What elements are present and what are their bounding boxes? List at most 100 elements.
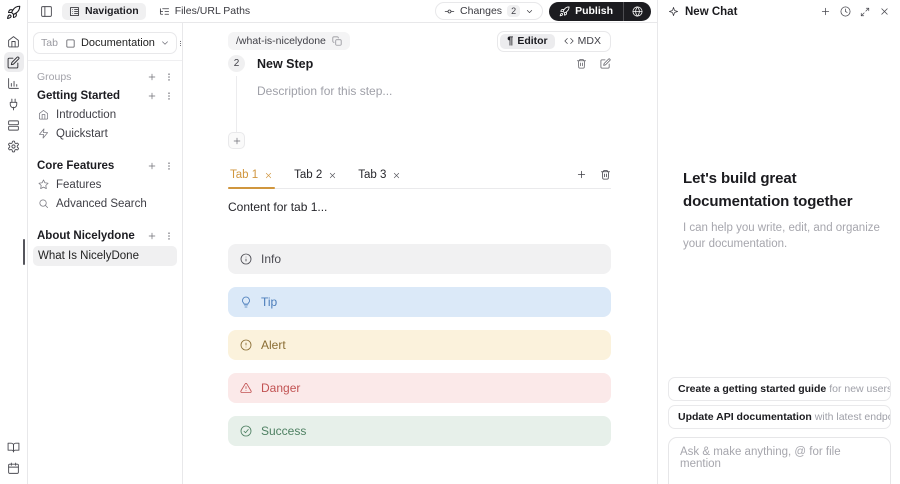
changes-label: Changes: [460, 5, 503, 17]
app-logo-rocket-icon: [6, 5, 21, 20]
add-tab-icon[interactable]: [576, 169, 587, 180]
sidebar-item-introduction[interactable]: Introduction: [33, 106, 177, 123]
callout-info[interactable]: Info: [228, 244, 611, 274]
group-kebab-icon[interactable]: [164, 161, 174, 171]
content-tabs: Tab 1 Tab 2 Tab 3: [228, 169, 611, 189]
page-label: Features: [56, 178, 102, 191]
rail-analytics-button[interactable]: [4, 73, 24, 93]
callout-tip[interactable]: Tip: [228, 287, 611, 317]
home-icon: [38, 109, 49, 120]
mode-editor-label: Editor: [517, 35, 548, 47]
sparkle-icon: [668, 6, 679, 17]
sidebar-item-what-is-nicelydone[interactable]: What Is NicelyDone: [33, 246, 177, 266]
publish-button[interactable]: Publish: [549, 2, 623, 21]
search-icon: [38, 198, 49, 209]
publish-globe-button[interactable]: [624, 2, 651, 21]
add-page-icon[interactable]: [147, 161, 157, 171]
sidebar-item-features[interactable]: Features: [33, 176, 177, 193]
callout-success[interactable]: Success: [228, 416, 611, 446]
group-header-row[interactable]: Getting Started: [33, 88, 177, 104]
add-page-icon[interactable]: [147, 231, 157, 241]
code-icon: [564, 36, 574, 46]
rail-integrations-button[interactable]: [4, 94, 24, 114]
callout-label: Tip: [261, 295, 278, 309]
list-tree-icon: [159, 6, 170, 17]
page-path-pill[interactable]: /what-is-nicelydone: [228, 32, 350, 50]
close-icon[interactable]: [879, 6, 890, 17]
tab-content-text[interactable]: Content for tab 1...: [228, 200, 611, 214]
new-chat-icon[interactable]: [820, 6, 831, 17]
delete-tabs-icon[interactable]: [600, 169, 611, 180]
add-step-button[interactable]: [228, 132, 245, 149]
rail-data-button[interactable]: [4, 115, 24, 135]
mode-mdx-label: MDX: [577, 35, 601, 47]
suggestion-chip-api-docs[interactable]: Update API documentation with latest end…: [668, 405, 891, 429]
group-kebab-icon[interactable]: [164, 231, 174, 241]
zap-icon: [38, 128, 49, 139]
group-title: About Nicelydone: [37, 230, 135, 242]
rail-home-button[interactable]: [4, 31, 24, 51]
callout-alert[interactable]: Alert: [228, 330, 611, 360]
groups-kebab-icon[interactable]: [164, 72, 174, 82]
group-title: Getting Started: [37, 90, 121, 102]
bar-chart-icon: [7, 77, 20, 90]
history-clock-icon[interactable]: [840, 6, 851, 17]
sidebar-item-advanced-search[interactable]: Advanced Search: [33, 195, 177, 212]
step-title[interactable]: New Step: [257, 57, 313, 71]
sidebar-resize-handle[interactable]: [23, 239, 25, 265]
changes-dropdown[interactable]: Changes 2: [435, 2, 544, 20]
rail-calendar-button[interactable]: [4, 458, 24, 478]
callout-danger[interactable]: Danger: [228, 373, 611, 403]
mode-mdx-button[interactable]: MDX: [557, 34, 608, 49]
group-header-row[interactable]: About Nicelydone: [33, 228, 177, 244]
suggestion-bold: Update API documentation: [678, 411, 812, 423]
files-url-paths-tab-button[interactable]: Files/URL Paths: [152, 3, 257, 20]
step-number-badge: 2: [228, 55, 245, 72]
close-tab-icon[interactable]: [392, 171, 401, 180]
sidebar-divider: [28, 60, 182, 61]
rail-editor-button[interactable]: [3, 52, 24, 72]
add-group-icon[interactable]: [147, 72, 157, 82]
group-core-features: Core Features Features Advanced Search: [33, 158, 177, 212]
chat-title: New Chat: [685, 5, 738, 18]
info-icon: [240, 253, 252, 265]
step-description[interactable]: Description for this step...: [257, 84, 611, 98]
lightbulb-icon: [240, 296, 252, 308]
tab-3[interactable]: Tab 3: [356, 169, 403, 188]
sidebar-item-quickstart[interactable]: Quickstart: [33, 125, 177, 142]
plus-icon: [232, 136, 242, 146]
chat-empty-subtext: I can help you write, edit, and organize…: [683, 221, 880, 251]
copy-icon[interactable]: [332, 36, 342, 46]
suggestion-chip-getting-started[interactable]: Create a getting started guide for new u…: [668, 377, 891, 401]
rail-settings-button[interactable]: [4, 136, 24, 156]
close-tab-icon[interactable]: [328, 171, 337, 180]
home-icon: [7, 35, 20, 48]
chat-panel: New Chat Let's build great documentation…: [657, 0, 900, 484]
rocket-icon: [559, 6, 570, 17]
delete-step-icon[interactable]: [576, 58, 587, 69]
add-page-icon[interactable]: [147, 91, 157, 101]
edit-step-icon[interactable]: [600, 58, 611, 69]
square-space-icon: [65, 38, 76, 49]
publish-label: Publish: [575, 5, 613, 17]
page-label: Introduction: [56, 108, 117, 121]
sidebar-toggle-button[interactable]: [36, 1, 56, 21]
chat-input[interactable]: [680, 446, 879, 484]
group-header-row[interactable]: Core Features: [33, 158, 177, 174]
expand-icon[interactable]: [860, 7, 870, 17]
mode-editor-button[interactable]: ¶ Editor: [500, 33, 555, 49]
rail-docs-button[interactable]: [4, 437, 24, 457]
group-getting-started: Getting Started Introduction Quickstart: [33, 88, 177, 142]
group-kebab-icon[interactable]: [164, 91, 174, 101]
tab-label: Tab 2: [294, 169, 323, 181]
editor-panel: /what-is-nicelydone ¶ Editor MDX 2 New S…: [183, 23, 657, 484]
navigation-tab-button[interactable]: Navigation: [62, 2, 146, 20]
step-connector-line: [236, 76, 237, 132]
tab-1[interactable]: Tab 1: [228, 169, 276, 189]
gear-icon: [7, 140, 20, 153]
close-tab-icon[interactable]: [264, 171, 273, 180]
tab-2[interactable]: Tab 2: [292, 169, 339, 188]
changes-count-badge: 2: [507, 5, 521, 17]
space-selector[interactable]: Tab Documentation: [33, 32, 177, 54]
space-name: Documentation: [80, 37, 155, 49]
